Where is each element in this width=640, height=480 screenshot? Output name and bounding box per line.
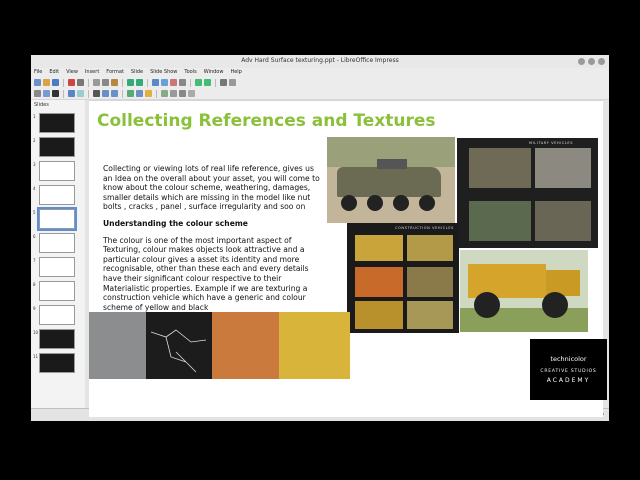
slide-thumb-7[interactable]: 7 [33, 257, 75, 277]
slide-thumb-1[interactable]: 1 [33, 113, 75, 133]
texture-grey-metal[interactable] [89, 312, 146, 379]
textbox-icon[interactable] [179, 79, 186, 86]
military-caption: MILITARY VEHICLES [529, 141, 574, 145]
text-icon[interactable] [52, 90, 59, 97]
dump-truck-photo[interactable] [460, 250, 588, 332]
curve-icon[interactable] [127, 90, 134, 97]
rotate-icon[interactable] [161, 90, 168, 97]
start-show-icon[interactable] [195, 79, 202, 86]
print-icon[interactable] [77, 79, 84, 86]
slide-title[interactable]: Collecting References and Textures [97, 111, 436, 131]
menu-file[interactable]: File [34, 68, 42, 77]
close-icon[interactable] [598, 58, 605, 65]
logo-line1: technicolor [550, 355, 587, 363]
copy-icon[interactable] [102, 79, 109, 86]
armored-vehicle-photo[interactable] [327, 137, 455, 223]
slide-thumb-5[interactable]: 5 [33, 207, 77, 231]
select-icon[interactable] [34, 90, 41, 97]
table-icon[interactable] [152, 79, 159, 86]
slide-thumb-11[interactable]: 11 [33, 353, 75, 373]
basic-shapes-icon[interactable] [136, 90, 143, 97]
menu-format[interactable]: Format [106, 68, 124, 77]
window-title: Adv Hard Surface texturing.ppt - LibreOf… [241, 57, 399, 64]
undo-icon[interactable] [127, 79, 134, 86]
redo-icon[interactable] [136, 79, 143, 86]
fill-color-icon[interactable] [77, 90, 84, 97]
slide-canvas[interactable]: Collecting References and Textures Colle… [89, 101, 603, 417]
crack-lines-icon [150, 329, 207, 373]
technicolor-logo: technicolor CREATIVE STUDIOS ACADEMY [530, 339, 607, 400]
from-current-icon[interactable] [204, 79, 211, 86]
logo-line2: CREATIVE STUDIOS [540, 369, 597, 374]
export-pdf-icon[interactable] [68, 79, 75, 86]
menu-window[interactable]: Window [204, 68, 224, 77]
menu-help[interactable]: Help [230, 68, 241, 77]
line-color-icon[interactable] [68, 90, 75, 97]
slides-panel-header: Slides [34, 102, 49, 108]
line-icon[interactable] [93, 90, 100, 97]
chart-icon[interactable] [170, 79, 177, 86]
align-icon[interactable] [170, 90, 177, 97]
master-slide-icon[interactable] [229, 79, 236, 86]
shadow-icon[interactable] [188, 90, 195, 97]
image-icon[interactable] [161, 79, 168, 86]
slide-thumb-6[interactable]: 6 [33, 233, 75, 253]
texture-rust[interactable] [212, 312, 279, 379]
menu-bar: File Edit View Insert Format Slide Slide… [31, 68, 609, 77]
slide-thumb-4[interactable]: 4 [33, 185, 75, 205]
menu-edit[interactable]: Edit [49, 68, 59, 77]
title-bar: Adv Hard Surface texturing.ppt - LibreOf… [31, 55, 609, 69]
ellipse-icon[interactable] [111, 90, 118, 97]
display-views-icon[interactable] [220, 79, 227, 86]
arrange-icon[interactable] [179, 90, 186, 97]
slide-thumb-9[interactable]: 9 [33, 305, 75, 325]
military-vehicles-collage[interactable]: MILITARY VEHICLES [457, 138, 598, 248]
stars-icon[interactable] [145, 90, 152, 97]
menu-view[interactable]: View [66, 68, 78, 77]
heading-colour-scheme: Understanding the colour scheme [103, 218, 248, 228]
save-icon[interactable] [52, 79, 59, 86]
slide-thumb-10[interactable]: 10 [33, 329, 75, 349]
paragraph-colour: The colour is one of the most important … [103, 235, 309, 312]
standard-toolbar [31, 77, 609, 88]
paragraph-references: Collecting or viewing lots of real life … [103, 164, 320, 212]
slides-panel: Slides 1 2 3 4 5 6 7 8 9 10 11 [31, 100, 86, 408]
new-icon[interactable] [34, 79, 41, 86]
slide-thumb-3[interactable]: 3 [33, 161, 75, 181]
menu-tools[interactable]: Tools [184, 68, 196, 77]
slide-thumb-2[interactable]: 2 [33, 137, 75, 157]
texture-yellow-paint[interactable] [279, 312, 350, 379]
open-icon[interactable] [43, 79, 50, 86]
zoom-icon[interactable] [43, 90, 50, 97]
maximize-icon[interactable] [588, 58, 595, 65]
rectangle-icon[interactable] [102, 90, 109, 97]
drawing-toolbar [31, 88, 609, 99]
menu-slide-show[interactable]: Slide Show [150, 68, 177, 77]
logo-line3: ACADEMY [546, 377, 591, 384]
slide-thumb-8[interactable]: 8 [33, 281, 75, 301]
minimize-icon[interactable] [578, 58, 585, 65]
slide-body-text[interactable]: Collecting or viewing lots of real life … [103, 164, 323, 319]
cut-icon[interactable] [93, 79, 100, 86]
menu-slide[interactable]: Slide [131, 68, 143, 77]
menu-insert[interactable]: Insert [85, 68, 99, 77]
paste-icon[interactable] [111, 79, 118, 86]
construction-caption: CONSTRUCTION VEHICLES [395, 226, 454, 230]
construction-vehicles-collage[interactable]: CONSTRUCTION VEHICLES [347, 223, 459, 333]
texture-cracked-dark[interactable] [146, 312, 212, 379]
